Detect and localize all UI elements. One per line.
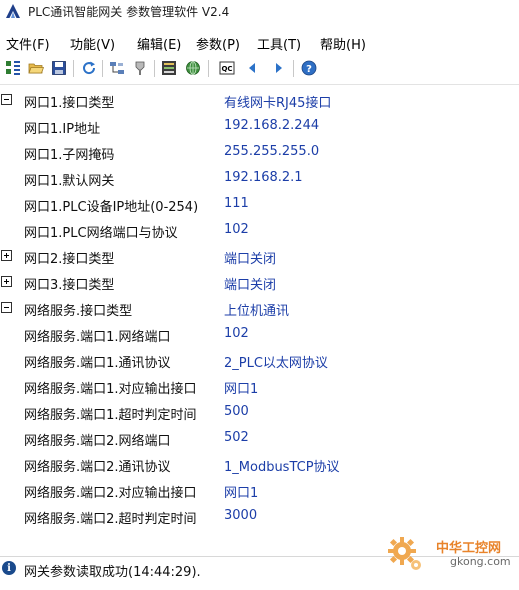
param-row[interactable]: 网口1.接口类型 有线网卡RJ45接口 [0,88,519,114]
param-value[interactable]: 102 [224,222,249,237]
watermark-url: gkong.com [450,555,511,568]
param-value[interactable]: 502 [224,430,249,445]
param-value[interactable]: 端口关闭 [224,274,276,293]
app-logo-icon [4,2,22,20]
param-value[interactable]: 1_ModbusTCP协议 [224,456,340,475]
param-row[interactable]: 网络服务.端口2.通讯协议 1_ModbusTCP协议 [0,452,519,478]
parameter-grid: 网口1.接口类型 有线网卡RJ45接口 网口1.IP地址 192.168.2.244 网… [0,88,519,530]
globe-icon[interactable] [184,59,202,77]
refresh-icon[interactable] [80,59,98,77]
param-row[interactable]: 网口1.默认网关 192.168.2.1 [0,166,519,192]
window-title: PLC通讯智能网关 参数管理软件 V2.4 [28,4,230,19]
param-row[interactable]: 网络服务.端口1.对应输出接口 网口1 [0,374,519,400]
param-row[interactable]: 网络服务.端口2.网络端口 502 [0,426,519,452]
save-icon[interactable] [50,59,68,77]
param-row[interactable]: 网口1.IP地址 192.168.2.244 [0,114,519,140]
param-name: 网口3.接口类型 [24,278,115,293]
param-value[interactable]: 2_PLC以太网协议 [224,352,328,371]
network-icon[interactable] [108,59,126,77]
watermark-name: 中华工控网 [436,541,502,556]
param-name: 网络服务.端口1.网络端口 [24,330,171,345]
param-row[interactable]: 网口1.子网掩码 255.255.255.0 [0,140,519,166]
param-value[interactable]: 网口1 [224,378,258,397]
qc-icon[interactable]: QC [218,59,236,77]
toolbar: QC ? [0,56,519,82]
collapse-minus-icon[interactable] [1,94,12,105]
param-name: 网口2.接口类型 [24,252,115,267]
menu-tools[interactable]: 工具(T) [257,32,301,55]
info-icon: i [2,561,16,575]
param-row[interactable]: 网口1.PLC设备IP地址(0-254) 111 [0,192,519,218]
param-value[interactable]: 有线网卡RJ45接口 [224,92,331,111]
param-name: 网口1.PLC设备IP地址(0-254) [24,200,199,215]
menu-help[interactable]: 帮助(H) [320,32,366,55]
param-name: 网口1.默认网关 [24,174,115,189]
toolbar-separator [293,60,294,77]
param-row[interactable]: 网口3.接口类型 端口关闭 [0,270,519,296]
param-row[interactable]: 网络服务.端口2.对应输出接口 网口1 [0,478,519,504]
svg-text:?: ? [306,64,312,75]
param-row[interactable]: 网络服务.接口类型 上位机通讯 [0,296,519,322]
param-value[interactable]: 111 [224,196,249,211]
device-config-icon[interactable] [160,59,178,77]
plug-icon[interactable] [131,59,149,77]
param-row[interactable]: 网口1.PLC网络端口与协议 102 [0,218,519,244]
menu-file[interactable]: 文件(F) [6,32,50,55]
param-name: 网口1.子网掩码 [24,148,115,163]
next-arrow-icon[interactable] [270,59,288,77]
param-value[interactable]: 上位机通讯 [224,300,289,319]
collapse-minus-icon[interactable] [1,302,12,313]
grid-tree-icon[interactable] [4,59,22,77]
param-value[interactable]: 192.168.2.244 [224,118,319,133]
svg-text:QC: QC [221,65,232,73]
toolbar-divider [0,84,519,85]
menu-edit[interactable]: 编辑(E) [137,32,181,55]
help-icon[interactable]: ? [300,59,318,77]
param-name: 网络服务.端口1.超时判定时间 [24,408,197,423]
menu-bar: 文件(F) 功能(V) 编辑(E) 参数(P) 工具(T) 帮助(H) [0,30,519,55]
param-row[interactable]: 网络服务.端口2.超时判定时间 3000 [0,504,519,530]
param-name: 网络服务.端口1.对应输出接口 [24,382,197,397]
toolbar-separator [208,60,209,77]
param-name: 网口1.IP地址 [24,122,101,137]
param-value[interactable]: 192.168.2.1 [224,170,303,185]
expand-plus-icon[interactable] [1,276,12,287]
toolbar-separator [154,60,155,77]
param-row[interactable]: 网口2.接口类型 端口关闭 [0,244,519,270]
title-bar: PLC通讯智能网关 参数管理软件 V2.4 [0,0,519,22]
param-value[interactable]: 102 [224,326,249,341]
param-name: 网口1.接口类型 [24,96,115,111]
watermark-gear-icon [388,537,421,570]
param-value[interactable]: 255.255.255.0 [224,144,319,159]
param-name: 网络服务.端口2.通讯协议 [24,460,171,475]
param-row[interactable]: 网络服务.端口1.网络端口 102 [0,322,519,348]
param-name: 网络服务.端口2.超时判定时间 [24,512,197,527]
param-value[interactable]: 端口关闭 [224,248,276,267]
param-name: 网络服务.接口类型 [24,304,133,319]
param-name: 网络服务.端口2.对应输出接口 [24,486,197,501]
toolbar-separator [73,60,74,77]
param-value[interactable]: 500 [224,404,249,419]
watermark: 中华工控网 gkong.com [384,533,514,577]
previous-arrow-icon[interactable] [243,59,261,77]
param-value[interactable]: 3000 [224,508,257,523]
param-name: 网络服务.端口2.网络端口 [24,434,171,449]
open-folder-icon[interactable] [27,59,45,77]
menu-params[interactable]: 参数(P) [196,32,240,55]
toolbar-separator [102,60,103,77]
param-name: 网络服务.端口1.通讯协议 [24,356,171,371]
param-value[interactable]: 网口1 [224,482,258,501]
param-row[interactable]: 网络服务.端口1.超时判定时间 500 [0,400,519,426]
menu-function[interactable]: 功能(V) [70,32,115,55]
status-text: 网关参数读取成功(14:44:29). [24,565,201,580]
param-name: 网口1.PLC网络端口与协议 [24,226,178,241]
param-row[interactable]: 网络服务.端口1.通讯协议 2_PLC以太网协议 [0,348,519,374]
expand-plus-icon[interactable] [1,250,12,261]
